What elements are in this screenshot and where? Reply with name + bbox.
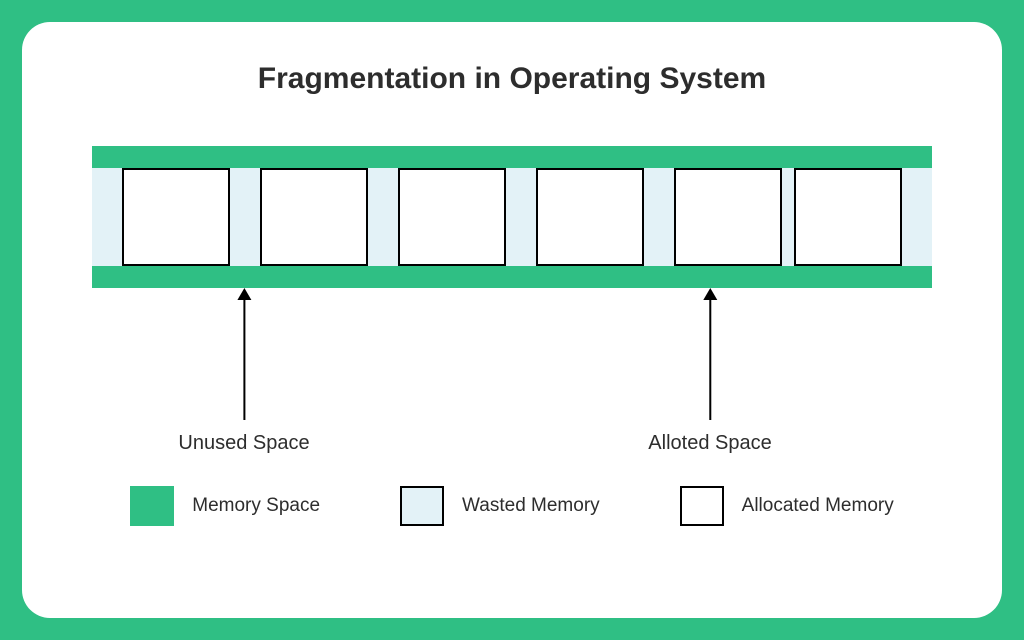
memory-bar (92, 146, 932, 288)
arrow-label: Alloted Space (648, 432, 771, 455)
diagram-card: Fragmentation in Operating System Unused… (22, 22, 1002, 618)
allocated-block (536, 168, 644, 266)
wasted-segment (506, 168, 536, 266)
allocated-block (794, 168, 902, 266)
allocated-block (398, 168, 506, 266)
legend: Memory Space Wasted Memory Allocated Mem… (72, 486, 952, 526)
arrow-line (243, 300, 245, 420)
arrow-container: Unused Space Alloted Space (92, 288, 932, 468)
allocated-block (260, 168, 368, 266)
wasted-segment (368, 168, 398, 266)
legend-label: Wasted Memory (462, 495, 600, 517)
legend-item-wasted-memory: Wasted Memory (400, 486, 600, 526)
legend-item-memory-space: Memory Space (130, 486, 320, 526)
arrow-label: Unused Space (178, 432, 309, 455)
pointer-arrow: Alloted Space (648, 288, 771, 455)
allocated-block (674, 168, 782, 266)
swatch-wasted-memory (400, 486, 444, 526)
legend-label: Allocated Memory (742, 495, 894, 517)
memory-row (92, 168, 932, 266)
swatch-memory-space (130, 486, 174, 526)
swatch-allocated-memory (680, 486, 724, 526)
wasted-segment (902, 168, 932, 266)
wasted-segment (92, 168, 122, 266)
memory-space-bottom (92, 266, 932, 288)
arrowhead-icon (237, 288, 251, 300)
memory-space-top (92, 146, 932, 168)
arrow-line (709, 300, 711, 420)
wasted-segment (230, 168, 260, 266)
wasted-segment (782, 168, 794, 266)
page-title: Fragmentation in Operating System (72, 62, 952, 96)
allocated-block (122, 168, 230, 266)
legend-item-allocated-memory: Allocated Memory (680, 486, 894, 526)
legend-label: Memory Space (192, 495, 320, 517)
wasted-segment (644, 168, 674, 266)
arrowhead-icon (703, 288, 717, 300)
pointer-arrow: Unused Space (178, 288, 309, 455)
